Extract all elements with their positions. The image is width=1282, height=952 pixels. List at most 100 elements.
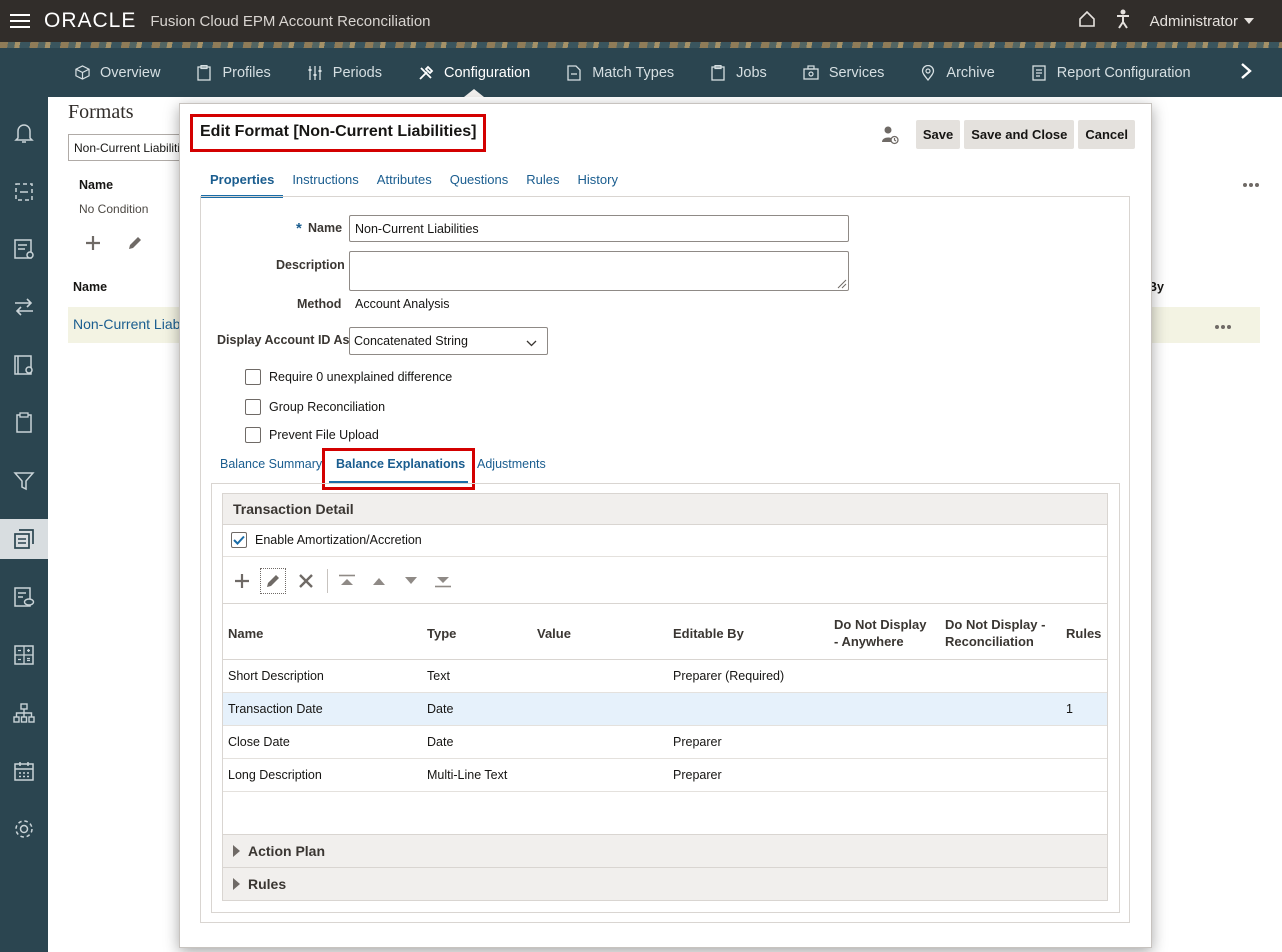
formats-icon[interactable] bbox=[0, 519, 48, 559]
grid-header: Name Type Value Editable By Do Not Displ… bbox=[223, 604, 1107, 660]
save-button[interactable]: Save bbox=[915, 120, 961, 149]
tab-properties[interactable]: Properties bbox=[201, 164, 284, 198]
description-textarea[interactable] bbox=[349, 251, 849, 291]
expand-triangle-icon bbox=[233, 878, 240, 890]
delete-icon[interactable] bbox=[293, 568, 319, 594]
left-sidebar bbox=[0, 97, 48, 952]
col-type[interactable]: Type bbox=[427, 625, 456, 642]
bg-add-icon[interactable] bbox=[84, 234, 102, 255]
bg-edit-icon[interactable] bbox=[126, 234, 144, 255]
tab-instructions[interactable]: Instructions bbox=[283, 164, 367, 198]
name-label: Name bbox=[308, 221, 343, 235]
add-icon[interactable] bbox=[229, 568, 255, 594]
tab-history[interactable]: History bbox=[569, 164, 627, 198]
checkmark-icon bbox=[233, 535, 245, 545]
nav-jobs[interactable]: Jobs bbox=[692, 48, 785, 97]
sliders-icon bbox=[307, 65, 323, 81]
group-reconciliation-checkbox[interactable] bbox=[245, 399, 261, 415]
expand-triangle-icon bbox=[233, 845, 240, 857]
transfer-icon[interactable] bbox=[0, 287, 48, 327]
config-report-icon[interactable] bbox=[0, 345, 48, 385]
display-account-id-label: Display Account ID As bbox=[217, 333, 350, 347]
location-icon bbox=[920, 64, 936, 81]
gear-icon[interactable] bbox=[0, 809, 48, 849]
tab-questions[interactable]: Questions bbox=[441, 164, 518, 198]
subtab-balance-summary[interactable]: Balance Summary bbox=[220, 457, 322, 471]
row-more-icon[interactable] bbox=[1214, 319, 1232, 333]
col-value[interactable]: Value bbox=[537, 625, 571, 642]
condition-text: No Condition bbox=[79, 202, 149, 216]
transaction-detail-section: Transaction Detail Enable Amortization/A… bbox=[222, 493, 1108, 901]
tools-icon bbox=[418, 65, 434, 81]
calendar-icon[interactable] bbox=[0, 751, 48, 791]
user-menu[interactable]: Administrator bbox=[1150, 13, 1254, 30]
accessibility-icon[interactable] bbox=[1116, 9, 1130, 33]
table-row[interactable]: Long Description Multi-Line Text Prepare… bbox=[223, 759, 1107, 792]
nav-overview[interactable]: Overview bbox=[56, 48, 178, 97]
move-bottom-icon[interactable] bbox=[430, 568, 456, 594]
app-title: Fusion Cloud EPM Account Reconciliation bbox=[150, 12, 431, 30]
more-icon[interactable] bbox=[1242, 177, 1260, 191]
prevent-file-upload-checkbox[interactable] bbox=[245, 427, 261, 443]
prevent-file-upload-checkbox-row[interactable]: Prevent File Upload bbox=[245, 427, 379, 443]
action-plan-section[interactable]: Action Plan bbox=[223, 834, 1107, 867]
resize-grip-icon[interactable] bbox=[835, 277, 847, 289]
col-editable-by[interactable]: Editable By bbox=[673, 625, 744, 642]
name-input[interactable]: Non-Current Liabilities bbox=[349, 215, 849, 242]
dialog-tabs: Properties Instructions Attributes Quest… bbox=[201, 164, 627, 198]
nav-services[interactable]: Services bbox=[785, 48, 903, 97]
col-name[interactable]: Name bbox=[228, 625, 263, 642]
table-row[interactable]: Short Description Text Preparer (Require… bbox=[223, 660, 1107, 693]
table-row[interactable]: Close Date Date Preparer bbox=[223, 726, 1107, 759]
move-down-icon[interactable] bbox=[398, 568, 424, 594]
toolbar-separator bbox=[327, 569, 328, 593]
main-nav: Overview Profiles Periods Configuration … bbox=[0, 42, 1282, 97]
clipboard-side-icon[interactable] bbox=[0, 403, 48, 443]
calculator-icon[interactable] bbox=[0, 635, 48, 675]
hierarchy-icon[interactable] bbox=[0, 693, 48, 733]
enable-amortization-row[interactable]: Enable Amortization/Accretion bbox=[231, 532, 422, 548]
save-and-close-button[interactable]: Save and Close bbox=[964, 120, 1075, 149]
nav-configuration[interactable]: Configuration bbox=[400, 48, 548, 97]
caret-down-icon bbox=[1244, 18, 1254, 24]
nav-next-icon[interactable] bbox=[1240, 60, 1252, 86]
nav-report-configuration[interactable]: Report Configuration bbox=[1013, 48, 1209, 97]
user-access-icon[interactable] bbox=[876, 121, 904, 149]
report-icon bbox=[1031, 64, 1047, 81]
require-zero-checkbox-row[interactable]: Require 0 unexplained difference bbox=[245, 369, 452, 385]
enable-amortization-checkbox[interactable] bbox=[231, 532, 247, 548]
subtab-adjustments[interactable]: Adjustments bbox=[477, 457, 546, 471]
view-report-icon[interactable] bbox=[0, 577, 48, 617]
nav-profiles[interactable]: Profiles bbox=[178, 48, 288, 97]
settings-list-icon[interactable] bbox=[0, 229, 48, 269]
edit-icon[interactable] bbox=[260, 568, 286, 594]
tab-attributes[interactable]: Attributes bbox=[368, 164, 441, 198]
grid-toolbar bbox=[223, 556, 1107, 604]
nav-archive[interactable]: Archive bbox=[902, 48, 1012, 97]
col-do-not-display-reconciliation[interactable]: Do Not Display - Reconciliation bbox=[945, 616, 1045, 650]
col-rules[interactable]: Rules bbox=[1066, 625, 1101, 642]
format-list-link[interactable]: Non-Current Liab bbox=[73, 316, 180, 332]
reconcile-icon[interactable] bbox=[0, 172, 48, 212]
require-zero-checkbox[interactable] bbox=[245, 369, 261, 385]
clipboard-icon bbox=[710, 64, 726, 81]
group-reconciliation-checkbox-row[interactable]: Group Reconciliation bbox=[245, 399, 385, 415]
nav-match-types[interactable]: Match Types bbox=[548, 48, 692, 97]
oracle-logo: ORACLE bbox=[44, 9, 137, 32]
move-top-icon[interactable] bbox=[334, 568, 360, 594]
display-account-id-select[interactable]: Concatenated String bbox=[349, 327, 548, 355]
table-row-selected[interactable]: Transaction Date Date 1 bbox=[223, 693, 1107, 726]
tab-rules[interactable]: Rules bbox=[517, 164, 568, 198]
move-up-icon[interactable] bbox=[366, 568, 392, 594]
filter-icon[interactable] bbox=[0, 461, 48, 501]
rules-section[interactable]: Rules bbox=[223, 867, 1107, 900]
document-icon bbox=[566, 64, 582, 81]
menu-icon[interactable] bbox=[0, 13, 40, 29]
nav-periods[interactable]: Periods bbox=[289, 48, 400, 97]
notifications-icon[interactable] bbox=[0, 113, 48, 153]
method-value: Account Analysis bbox=[355, 297, 450, 311]
col-do-not-display-anywhere[interactable]: Do Not Display - Anywhere bbox=[834, 616, 926, 650]
cancel-button[interactable]: Cancel bbox=[1078, 120, 1135, 149]
description-label: Description bbox=[276, 258, 345, 272]
home-icon[interactable] bbox=[1078, 10, 1096, 32]
